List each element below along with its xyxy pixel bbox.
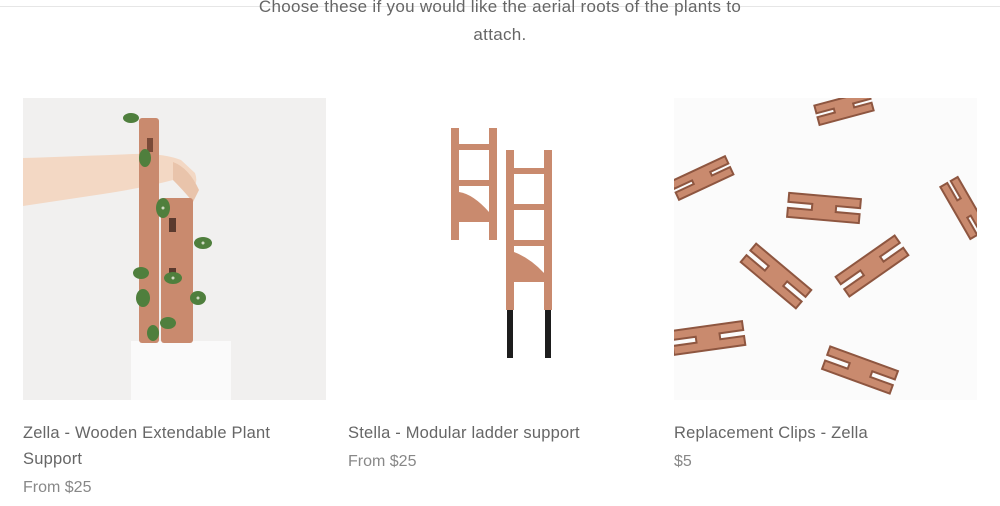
product-title-stella[interactable]: Stella - Modular ladder support <box>348 420 651 446</box>
description-line-2: attach. <box>473 25 527 44</box>
product-image-stella[interactable] <box>348 98 651 400</box>
collection-description: Choose these if you would like the aeria… <box>200 0 800 49</box>
product-price-replacement-clips: $5 <box>674 453 692 470</box>
product-price-stella: From $25 <box>348 453 417 470</box>
product-title-zella[interactable]: Zella - Wooden Extendable Plant Support <box>23 420 326 472</box>
product-card-replacement-clips[interactable]: Replacement Clips - Zella $5 <box>674 98 977 474</box>
product-image-replacement-clips[interactable] <box>674 98 977 400</box>
product-title-replacement-clips[interactable]: Replacement Clips - Zella <box>674 420 977 446</box>
description-line-1: Choose these if you would like the aeria… <box>258 0 742 16</box>
product-price-zella: From $25 <box>23 479 92 496</box>
product-image-zella[interactable] <box>23 98 326 400</box>
product-card-stella[interactable]: Stella - Modular ladder support From $25 <box>348 98 651 474</box>
product-card-zella[interactable]: Zella - Wooden Extendable Plant Support … <box>23 98 326 500</box>
